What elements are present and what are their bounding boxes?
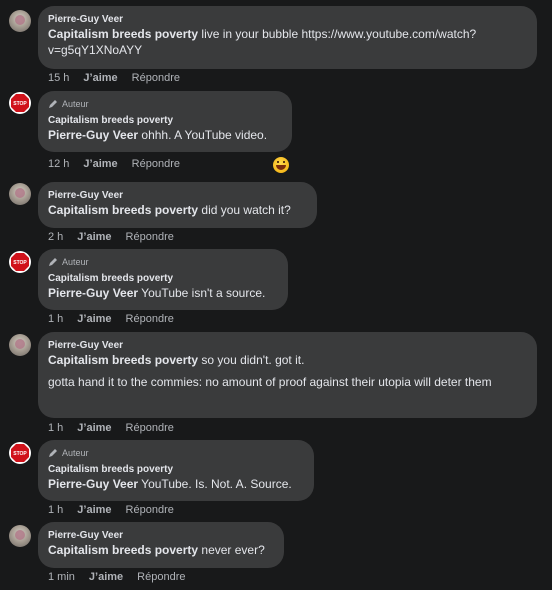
comment-author[interactable]: Capitalism breeds poverty [48,114,281,127]
mention[interactable]: Capitalism breeds poverty [48,353,198,367]
comment-author[interactable]: Capitalism breeds poverty [48,463,303,476]
reply-button[interactable]: Répondre [132,72,180,84]
avatar[interactable] [9,525,31,547]
comment-actions: 1 h J’aime Répondre [48,504,174,516]
svg-text:STOP: STOP [13,101,27,107]
pencil-icon [49,100,57,108]
timestamp[interactable]: 1 min [48,571,75,583]
svg-text:STOP: STOP [13,260,27,266]
comment-text: Capitalism breeds poverty live in your b… [48,26,526,58]
mention[interactable]: Pierre-Guy Veer [48,477,138,491]
comment-actions: 1 min J’aime Répondre [48,571,185,583]
reply-button[interactable]: Répondre [126,504,174,516]
comment-author[interactable]: Pierre-Guy Veer [48,529,273,542]
like-button[interactable]: J’aime [77,504,111,516]
reply-button[interactable]: Répondre [132,158,180,170]
avatar[interactable]: STOP [9,442,31,464]
timestamp[interactable]: 1 h [48,313,63,325]
comment-body: never ever? [198,543,265,557]
reply-button[interactable]: Répondre [126,231,174,243]
comment-body: YouTube. Is. Not. A. Source. [138,477,292,491]
avatar[interactable] [9,183,31,205]
comment-text: Pierre-Guy Veer ohhh. A YouTube video. [48,127,281,143]
avatar[interactable]: STOP [9,251,31,273]
badge-label: Auteur [62,99,89,109]
comment-actions: 15 h J’aime Répondre [48,72,180,84]
timestamp[interactable]: 12 h [48,158,69,170]
comment-bubble: Pierre-Guy Veer Capitalism breeds povert… [38,182,317,228]
comment-actions: 12 h J’aime Répondre [48,158,180,170]
timestamp[interactable]: 15 h [48,72,69,84]
mention[interactable]: Capitalism breeds poverty [48,27,198,41]
timestamp[interactable]: 1 h [48,422,63,434]
comment-bubble: Auteur Capitalism breeds poverty Pierre-… [38,440,314,501]
comment-actions: 2 h J’aime Répondre [48,231,174,243]
like-button[interactable]: J’aime [83,158,117,170]
pencil-icon [49,258,57,266]
mention[interactable]: Capitalism breeds poverty [48,203,198,217]
like-button[interactable]: J’aime [89,571,123,583]
comment-bubble: Pierre-Guy Veer Capitalism breeds povert… [38,6,537,69]
stop-sign-icon: STOP [11,94,29,112]
stop-sign-icon: STOP [11,444,29,462]
like-button[interactable]: J’aime [83,72,117,84]
comment-text: Capitalism breeds poverty never ever? [48,542,273,558]
reply-button[interactable]: Répondre [126,422,174,434]
comment-text: Pierre-Guy Veer YouTube. Is. Not. A. Sou… [48,476,303,492]
badge-label: Auteur [62,448,89,458]
comment-body: YouTube isn't a source. [138,286,266,300]
author-badge: Auteur [48,256,277,268]
author-badge: Auteur [48,98,281,110]
svg-text:STOP: STOP [13,451,27,457]
author-badge: Auteur [48,447,303,459]
timestamp[interactable]: 2 h [48,231,63,243]
comment-bubble: Auteur Capitalism breeds poverty Pierre-… [38,249,288,310]
comment-author[interactable]: Capitalism breeds poverty [48,272,277,285]
avatar[interactable] [9,334,31,356]
like-button[interactable]: J’aime [77,422,111,434]
reply-button[interactable]: Répondre [137,571,185,583]
mention[interactable]: Pierre-Guy Veer [48,128,138,142]
mention[interactable]: Capitalism breeds poverty [48,543,198,557]
like-button[interactable]: J’aime [77,313,111,325]
comment-body: so you didn't. got it. [198,353,305,367]
comment-bubble: Pierre-Guy Veer Capitalism breeds povert… [38,522,284,568]
comment-actions: 1 h J’aime Répondre [48,422,174,434]
comment-body: did you watch it? [198,203,291,217]
comment-text: Pierre-Guy Veer YouTube isn't a source. [48,285,277,301]
pencil-icon [49,449,57,457]
comment-actions: 1 h J’aime Répondre [48,313,174,325]
comment-author[interactable]: Pierre-Guy Veer [48,189,306,202]
avatar[interactable] [9,10,31,32]
comment-author[interactable]: Pierre-Guy Veer [48,339,526,352]
comment-text: Capitalism breeds poverty so you didn't.… [48,352,526,390]
reply-button[interactable]: Répondre [126,313,174,325]
stop-sign-icon: STOP [11,253,29,271]
comment-body: ohhh. A YouTube video. [138,128,268,142]
mention[interactable]: Pierre-Guy Veer [48,286,138,300]
avatar[interactable]: STOP [9,92,31,114]
comment-body-second: gotta hand it to the commies: no amount … [48,375,492,389]
badge-label: Auteur [62,257,89,267]
comment-author[interactable]: Pierre-Guy Veer [48,13,526,26]
timestamp[interactable]: 1 h [48,504,63,516]
like-button[interactable]: J’aime [77,231,111,243]
laughing-emoji-icon[interactable] [273,157,289,173]
comment-text: Capitalism breeds poverty did you watch … [48,202,306,218]
comment-bubble: Auteur Capitalism breeds poverty Pierre-… [38,91,292,152]
comment-bubble: Pierre-Guy Veer Capitalism breeds povert… [38,332,537,418]
